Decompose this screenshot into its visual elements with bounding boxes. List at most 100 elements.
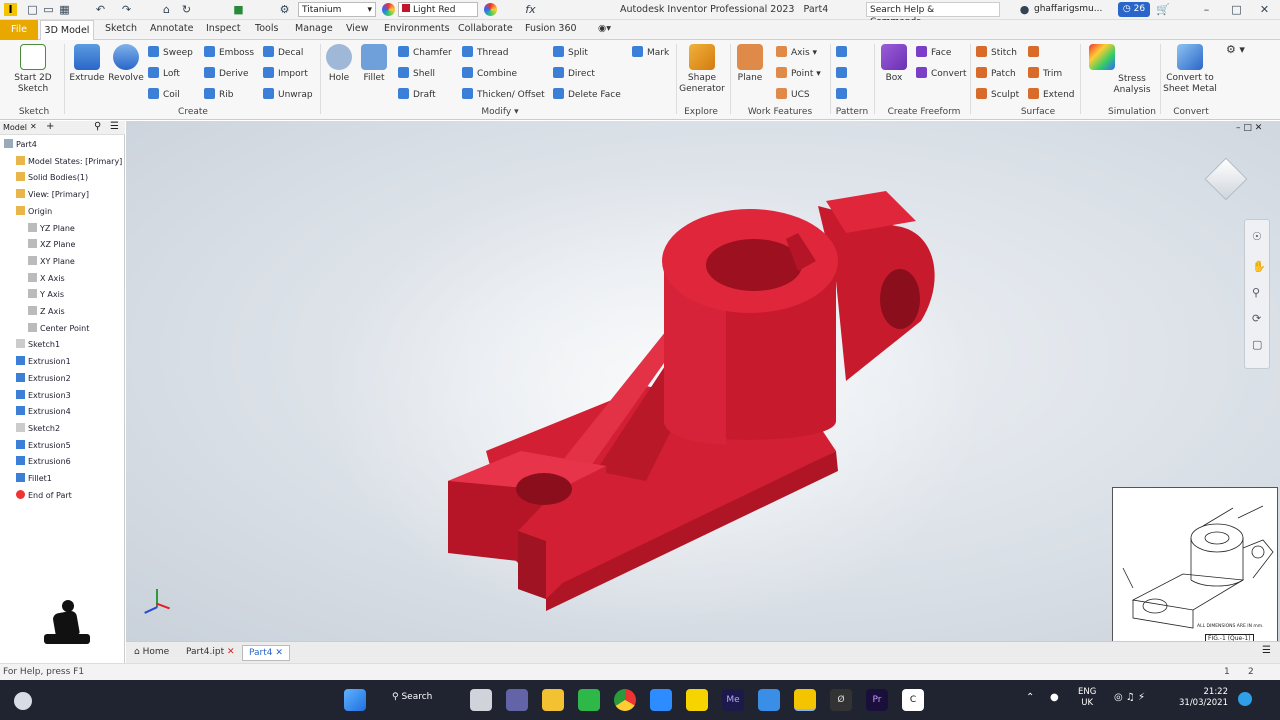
look-at-icon[interactable]: ▢ bbox=[1252, 338, 1262, 351]
settings-icon[interactable]: ⚙ bbox=[278, 3, 291, 16]
point-button[interactable]: Point ▾ bbox=[776, 67, 821, 80]
thicken-offset-button[interactable]: Thicken/ Offset bbox=[462, 88, 545, 101]
appearance-select[interactable]: Light Red bbox=[398, 2, 478, 17]
ucs-button[interactable]: UCS bbox=[776, 88, 810, 101]
rect-pattern-button[interactable] bbox=[836, 46, 851, 59]
browser-node[interactable]: Extrusion3 bbox=[16, 389, 71, 402]
emboss-button[interactable]: Emboss bbox=[204, 46, 254, 59]
browser-node[interactable]: Extrusion6 bbox=[16, 456, 71, 468]
start-sketch-button[interactable]: Start 2D Sketch bbox=[6, 44, 60, 95]
doc-tab-home[interactable]: ⌂ Home bbox=[128, 645, 175, 661]
chamfer-button[interactable]: Chamfer bbox=[398, 46, 452, 59]
material-select[interactable]: Titanium ▾ bbox=[298, 2, 376, 17]
browser-node[interactable]: XY Plane bbox=[28, 255, 75, 268]
coil-button[interactable]: Coil bbox=[148, 88, 180, 101]
home-icon[interactable]: ⌂ bbox=[160, 3, 173, 16]
pan-icon[interactable]: ✋ bbox=[1252, 260, 1266, 273]
notification-center-icon[interactable] bbox=[1238, 692, 1252, 706]
measure-icon[interactable]: ■ bbox=[232, 3, 245, 16]
steering-wheel-icon[interactable]: ☉ bbox=[1252, 230, 1262, 243]
task-view-icon[interactable] bbox=[470, 689, 492, 711]
tab-inspect[interactable]: Inspect bbox=[206, 23, 241, 34]
notifications-badge[interactable]: ◷ 26 bbox=[1118, 2, 1150, 17]
tab-fusion-360[interactable]: Fusion 360 bbox=[525, 23, 577, 34]
split-button[interactable]: Split bbox=[553, 46, 588, 59]
browser-node[interactable]: Extrusion5 bbox=[16, 439, 71, 452]
browser-node[interactable]: X Axis bbox=[28, 272, 65, 285]
explorer-icon[interactable] bbox=[542, 689, 564, 711]
tray-mic-icon[interactable]: ● bbox=[1050, 692, 1059, 703]
doc-tab-part4[interactable]: Part4 ✕ bbox=[242, 645, 290, 661]
premiere-icon[interactable]: Pr bbox=[866, 689, 888, 711]
orbit-icon[interactable]: ⟳ bbox=[1252, 312, 1261, 325]
browser-menu-icon[interactable]: ☰ bbox=[110, 121, 119, 132]
rib-button[interactable]: Rib bbox=[204, 88, 233, 101]
import-button[interactable]: Import bbox=[263, 67, 308, 80]
widgets-icon[interactable] bbox=[14, 692, 32, 710]
revolve-button[interactable]: Revolve bbox=[106, 44, 146, 84]
freeform-face-button[interactable]: Face bbox=[916, 46, 951, 59]
inventor-icon[interactable] bbox=[794, 689, 816, 711]
sculpt-button[interactable]: Sculpt bbox=[976, 88, 1019, 101]
browser-node[interactable]: End of Part bbox=[16, 489, 72, 502]
media-encoder-icon[interactable]: Me bbox=[722, 689, 744, 711]
new-file-icon[interactable]: □ bbox=[26, 3, 39, 16]
tab-sketch[interactable]: Sketch bbox=[105, 23, 137, 34]
delete-face-button[interactable]: Delete Face bbox=[553, 88, 621, 101]
thread-button[interactable]: Thread bbox=[462, 46, 508, 59]
ribbon-options-icon[interactable]: ◉▾ bbox=[598, 23, 611, 34]
start-icon[interactable] bbox=[344, 689, 366, 711]
mirror-button[interactable] bbox=[836, 88, 851, 101]
notes-icon[interactable] bbox=[686, 689, 708, 711]
close-icon[interactable]: ✕ bbox=[1258, 3, 1271, 16]
tab-collaborate[interactable]: Collaborate bbox=[458, 23, 513, 34]
phone-icon[interactable] bbox=[578, 689, 600, 711]
zoom-icon[interactable]: ⚲ bbox=[1252, 286, 1260, 299]
direct-button[interactable]: Direct bbox=[553, 67, 595, 80]
trim-button[interactable]: Trim bbox=[1028, 67, 1062, 80]
tray-chevron-icon[interactable]: ⌃ bbox=[1026, 692, 1034, 703]
browser-node[interactable]: Y Axis bbox=[28, 289, 64, 301]
user-icon[interactable]: ● bbox=[1018, 3, 1031, 16]
part-model[interactable] bbox=[126, 121, 1280, 641]
zoom-app-icon[interactable] bbox=[650, 689, 672, 711]
tab-3d-model[interactable]: 3D Model bbox=[40, 20, 94, 40]
app-icon[interactable]: Ø bbox=[830, 689, 852, 711]
patch-button[interactable]: Patch bbox=[976, 67, 1016, 80]
freeform-convert-button[interactable]: Convert bbox=[916, 67, 967, 80]
browser-node[interactable]: Fillet1 bbox=[16, 473, 52, 485]
chrome-icon[interactable] bbox=[614, 689, 636, 711]
graphics-viewport[interactable]: ☉ ✋ ⚲ ⟳ ▢ ALL DIMENSIONS ARE IN mm. FIG.… bbox=[126, 121, 1280, 645]
hole-button[interactable]: Hole bbox=[323, 44, 355, 84]
capture-icon[interactable]: C bbox=[902, 689, 924, 711]
browser-search-icon[interactable]: ⚲ bbox=[94, 121, 101, 132]
redo-icon[interactable]: ↷ bbox=[120, 3, 133, 16]
mail-icon[interactable] bbox=[758, 689, 780, 711]
draft-button[interactable]: Draft bbox=[398, 88, 436, 101]
tab-manage[interactable]: Manage bbox=[295, 23, 333, 34]
save-icon[interactable]: ▦ bbox=[58, 3, 71, 16]
browser-node[interactable]: Part4 bbox=[4, 139, 37, 151]
tab-file[interactable]: File bbox=[0, 20, 38, 40]
browser-node[interactable]: Z Axis bbox=[28, 306, 65, 318]
axis-button[interactable]: Axis ▾ bbox=[776, 46, 817, 59]
tab-view[interactable]: View bbox=[346, 23, 369, 34]
browser-node[interactable]: Sketch2 bbox=[16, 422, 60, 435]
convert-sheet-metal-button[interactable]: Convert to Sheet Metal bbox=[1162, 44, 1218, 95]
clock[interactable]: 21:22 31/03/2021 bbox=[1176, 687, 1228, 709]
taskbar-search[interactable]: ⚲ Search bbox=[392, 692, 432, 702]
browser-add-icon[interactable]: + bbox=[46, 121, 54, 132]
stress-analysis-button[interactable] bbox=[1084, 44, 1120, 73]
browser-node[interactable]: Extrusion1 bbox=[16, 356, 71, 368]
freeform-box-button[interactable]: Box bbox=[878, 44, 910, 84]
circ-pattern-button[interactable] bbox=[836, 67, 851, 80]
unwrap-button[interactable]: Unwrap bbox=[263, 88, 313, 101]
tab-annotate[interactable]: Annotate bbox=[150, 23, 193, 34]
extrude-button[interactable]: Extrude bbox=[68, 44, 106, 84]
undo-icon[interactable]: ↶ bbox=[94, 3, 107, 16]
plane-button[interactable]: Plane bbox=[734, 44, 766, 84]
browser-node[interactable]: Sketch1 bbox=[16, 339, 60, 351]
browser-node[interactable]: Solid Bodies(1) bbox=[16, 172, 88, 184]
stitch-button[interactable]: Stitch bbox=[976, 46, 1017, 59]
teams-icon[interactable] bbox=[506, 689, 528, 711]
